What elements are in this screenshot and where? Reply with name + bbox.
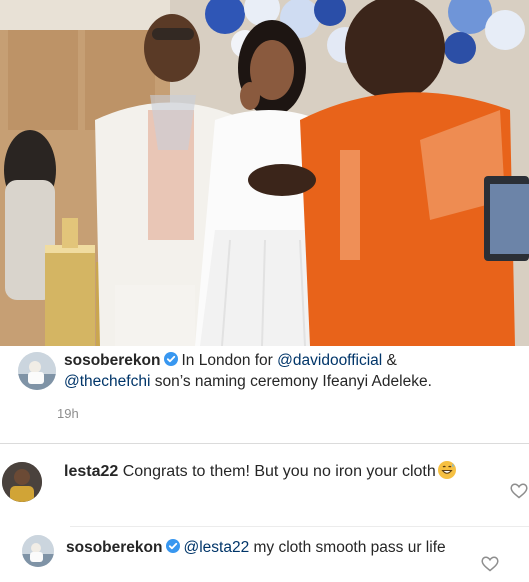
mention-thechefchi[interactable]: @thechefchi <box>64 373 150 390</box>
reply-body: my cloth smooth pass ur life <box>253 539 446 556</box>
comment-body: Congrats to them! But you no iron your c… <box>122 463 436 480</box>
comment: lesta22 Congrats to them! But you no iro… <box>64 461 484 482</box>
caption-username[interactable]: sosoberekon <box>64 352 160 369</box>
poster-avatar[interactable] <box>18 352 56 390</box>
post-caption: sosoberekon In London for @davidoofficial… <box>0 346 529 443</box>
mention-davidoofficial[interactable]: @davidoofficial <box>277 352 382 369</box>
reply-username[interactable]: sosoberekon <box>66 539 162 556</box>
post-photo[interactable] <box>0 0 529 346</box>
verified-badge-icon <box>164 352 179 366</box>
like-heart-icon[interactable] <box>510 483 528 499</box>
caption-text-mid: & <box>386 352 397 369</box>
commenter-avatar[interactable] <box>2 462 42 502</box>
grinning-sweat-emoji-icon <box>437 461 456 479</box>
photo-illustration <box>0 0 529 346</box>
caption-text-after: son’s naming ceremony Ifeanyi Adeleke. <box>154 373 432 390</box>
verified-badge-icon <box>166 539 181 553</box>
post-timestamp: 19h <box>57 406 79 421</box>
like-heart-icon[interactable] <box>481 556 499 572</box>
reply-comment: sosoberekon @lesta22 my cloth smooth pass… <box>66 537 466 558</box>
caption-text-before: In London for <box>181 352 273 369</box>
caption-text: sosoberekon In London for @davidoofficial… <box>64 350 519 392</box>
comment-username[interactable]: lesta22 <box>64 463 118 480</box>
mention-lesta22[interactable]: @lesta22 <box>183 539 249 556</box>
comments-section: lesta22 Congrats to them! But you no iro… <box>0 444 529 582</box>
comment-divider <box>70 526 529 527</box>
reply-avatar[interactable] <box>22 535 54 567</box>
